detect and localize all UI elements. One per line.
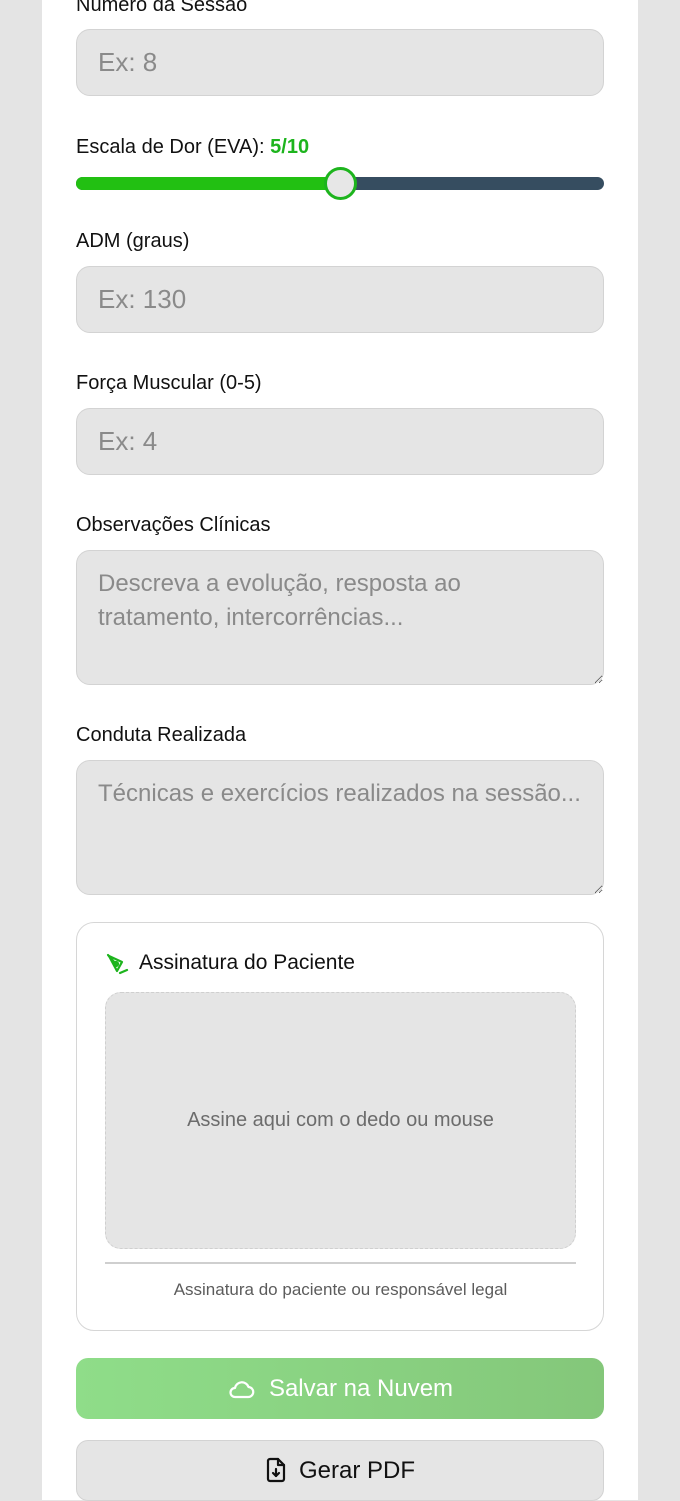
session-number-label: Número da Sessão xyxy=(76,0,248,16)
signature-pen-icon xyxy=(105,951,129,975)
save-cloud-label: Salvar na Nuvem xyxy=(268,1374,454,1402)
save-cloud-button[interactable]: Salvar na Nuvem xyxy=(76,1358,604,1419)
pain-scale-slider[interactable] xyxy=(76,167,604,200)
pain-scale-slider-fill xyxy=(76,177,340,190)
rom-label: ADM (graus) xyxy=(76,230,190,252)
signature-pad-placeholder: Assine aqui com o dedo ou mouse xyxy=(187,1109,494,1131)
strength-label: Força Muscular (0-5) xyxy=(76,372,262,394)
signature-caption: Assinatura do paciente ou responsável le… xyxy=(173,1280,508,1299)
signature-card: Assinatura do Paciente Assine aqui com o… xyxy=(76,922,604,1331)
procedure-label: Conduta Realizada xyxy=(76,724,247,746)
session-number-input[interactable] xyxy=(76,29,604,96)
file-download-icon xyxy=(265,1457,287,1483)
pain-scale-slider-thumb[interactable] xyxy=(324,167,357,200)
signature-title: Assinatura do Paciente xyxy=(139,951,355,974)
strength-input[interactable] xyxy=(76,408,604,475)
clinical-notes-label: Observações Clínicas xyxy=(76,514,271,536)
pain-scale-label-text: Escala de Dor (EVA): xyxy=(76,136,265,158)
generate-pdf-button[interactable]: Gerar PDF xyxy=(76,1440,604,1501)
signature-pad[interactable]: Assine aqui com o dedo ou mouse xyxy=(105,992,576,1249)
generate-pdf-label: Gerar PDF xyxy=(298,1457,415,1484)
signature-divider xyxy=(105,1262,576,1264)
cloud-icon xyxy=(227,1378,255,1400)
clinical-notes-textarea[interactable] xyxy=(76,550,604,685)
pain-scale-value: 5/10 xyxy=(270,136,310,158)
signature-header: Assinatura do Paciente xyxy=(105,951,355,975)
rom-input[interactable] xyxy=(76,266,604,333)
procedure-textarea[interactable] xyxy=(76,760,604,895)
pain-scale-label: Escala de Dor (EVA): 5/10 xyxy=(76,136,309,159)
